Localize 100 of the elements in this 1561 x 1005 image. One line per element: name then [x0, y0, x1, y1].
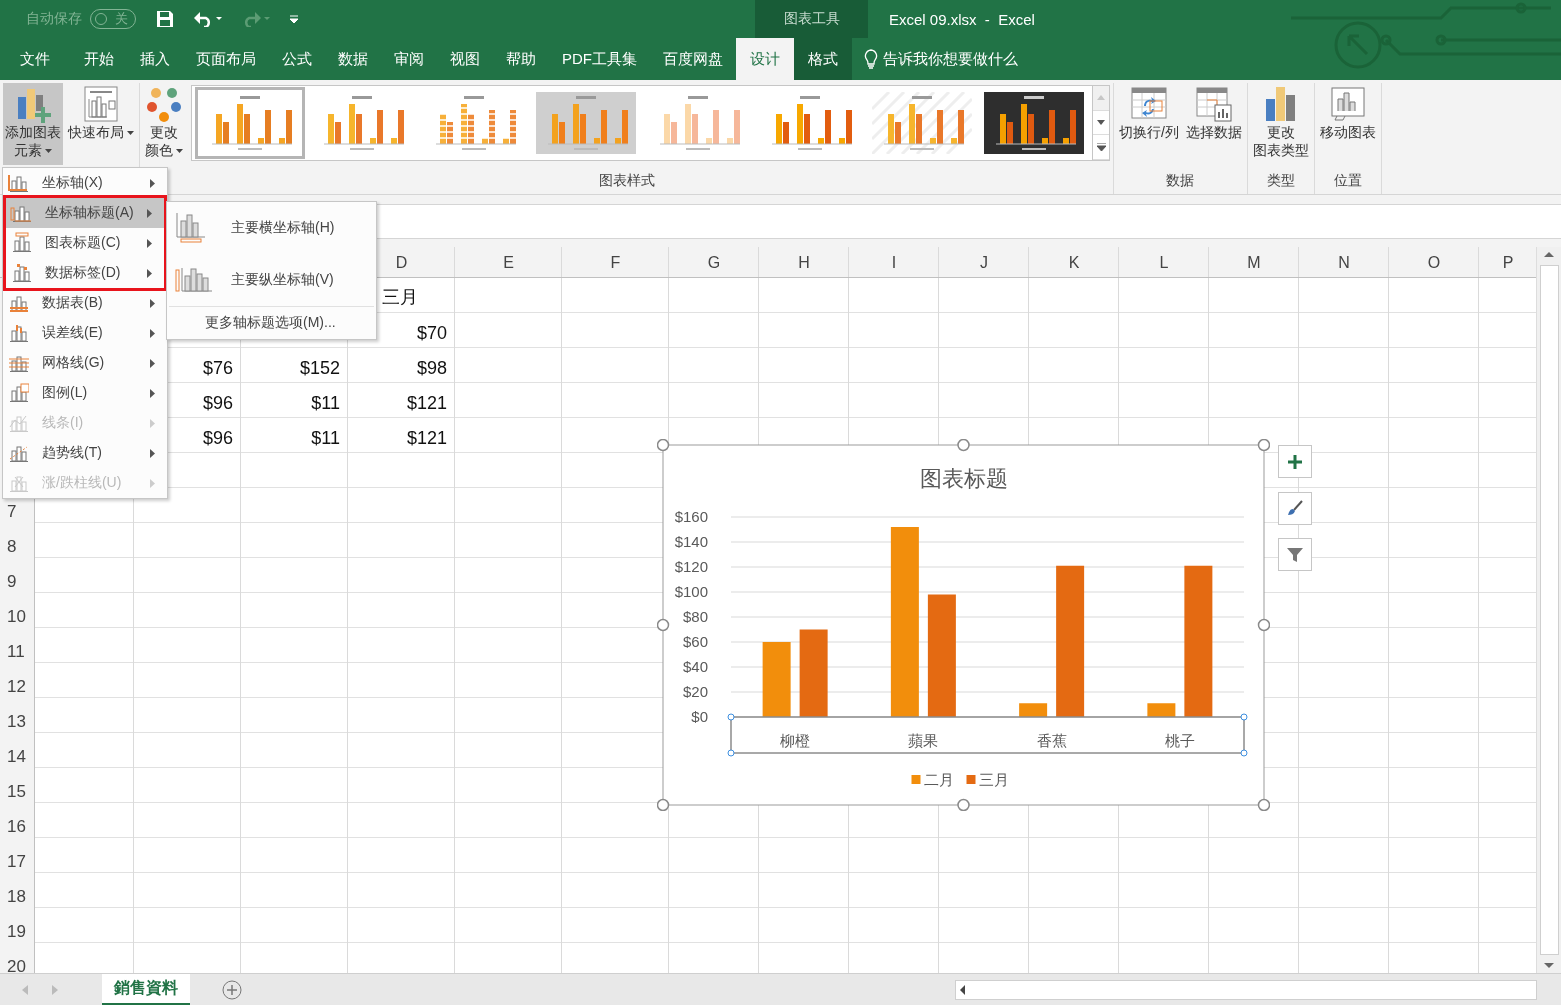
row-header[interactable]: 20 [0, 943, 35, 973]
chart-title[interactable]: 图表标题 [919, 466, 1008, 491]
axis-label: $60 [682, 633, 708, 650]
switch-row-column-button[interactable]: 切换行/列 [1117, 83, 1181, 165]
menu-item[interactable]: 坐标轴(X) [3, 168, 167, 198]
menu-item[interactable]: 数据表(B) [3, 288, 167, 318]
row-header[interactable]: 18 [0, 873, 35, 908]
ribbon-tab[interactable]: PDF工具集 [549, 38, 650, 80]
column-header[interactable]: O [1389, 247, 1479, 278]
up-arrow-icon [1097, 95, 1105, 101]
bar[interactable] [1147, 703, 1176, 717]
chart-style-thumbnail[interactable] [195, 87, 305, 159]
vertical-axis-title-icon [175, 268, 213, 292]
ribbon-tab[interactable]: 格式 [794, 38, 852, 80]
bar[interactable] [799, 629, 828, 717]
ribbon-tab[interactable]: 公式 [269, 38, 325, 80]
bar[interactable] [890, 527, 919, 717]
axis-selection-frame[interactable] [727, 713, 1248, 757]
column-header[interactable]: H [759, 247, 849, 278]
row-header[interactable]: 14 [0, 733, 35, 768]
ribbon-tab[interactable]: 页面布局 [183, 38, 269, 80]
resize-handle[interactable] [1257, 618, 1270, 632]
bar[interactable] [1019, 703, 1048, 717]
row-header[interactable]: 19 [0, 908, 35, 943]
row-header[interactable]: 10 [0, 593, 35, 628]
bar[interactable] [762, 642, 791, 717]
undo-icon[interactable] [194, 11, 222, 27]
resize-handle[interactable] [657, 439, 670, 452]
resize-handle[interactable] [1257, 439, 1270, 452]
sheet-tab[interactable]: 銷售資料 [102, 974, 190, 1005]
move-chart-button[interactable]: 移动图表 [1317, 83, 1378, 165]
resize-handle[interactable] [957, 439, 970, 452]
ribbon-tab[interactable]: 审阅 [381, 38, 437, 80]
column-header[interactable]: M [1209, 247, 1299, 278]
table-cell: $70 [416, 323, 447, 344]
row-header[interactable]: 8 [0, 523, 35, 558]
ribbon-tab[interactable]: 开始 [71, 38, 127, 80]
vertical-scrollbar[interactable] [1536, 247, 1561, 973]
column-header[interactable]: I [849, 247, 939, 278]
axis-label: $140 [674, 533, 708, 550]
table-cell-text: 三月 [381, 286, 418, 309]
chart-elements-button[interactable] [1278, 445, 1312, 478]
column-header[interactable]: P [1479, 247, 1536, 278]
chart-filters-button[interactable] [1278, 538, 1312, 571]
row-header[interactable]: 15 [0, 768, 35, 803]
menu-item[interactable]: 误差线(E) [3, 318, 167, 348]
change-chart-type-button[interactable]: 更改 图表类型 [1250, 83, 1311, 165]
ribbon-tab[interactable]: 插入 [127, 38, 183, 80]
menu-item[interactable]: 数据标签(D) [6, 258, 164, 288]
row-header[interactable]: 17 [0, 838, 35, 873]
bar[interactable] [1056, 565, 1085, 717]
column-header[interactable]: J [939, 247, 1029, 278]
quick-layout-button[interactable]: 快速布局 [66, 83, 136, 165]
menu-item[interactable]: 网格线(G) [3, 348, 167, 378]
menu-item[interactable]: 主要横坐标轴(H) [167, 202, 376, 254]
horizontal-scrollbar[interactable] [955, 980, 1537, 1000]
menu-item[interactable]: 图表标题(C) [6, 228, 164, 258]
table-cell: $152 [299, 358, 340, 379]
row-header[interactable]: 13 [0, 698, 35, 733]
column-header[interactable]: F [562, 247, 669, 278]
axis-label: $160 [674, 508, 708, 525]
table-cell: $76 [202, 358, 233, 379]
resize-handle[interactable] [957, 798, 970, 811]
table-cell: $96 [202, 428, 233, 449]
column-header[interactable]: K [1029, 247, 1119, 278]
column-header[interactable]: L [1119, 247, 1209, 278]
row-header[interactable]: 12 [0, 663, 35, 698]
resize-handle[interactable] [1257, 798, 1270, 811]
menu-item[interactable]: 图例(L) [3, 378, 167, 408]
select-data-button[interactable]: 选择数据 [1183, 83, 1244, 165]
ribbon-tab[interactable]: 视图 [437, 38, 493, 80]
chart-styles-button[interactable] [1278, 491, 1312, 525]
menu-item[interactable]: 趋势线(T) [3, 438, 167, 468]
add-sheet-icon[interactable] [222, 980, 242, 1000]
tell-me-search[interactable]: 告诉我你想要做什么 [864, 38, 1018, 80]
submenu-arrow-icon [150, 328, 155, 338]
menu-item[interactable]: 主要纵坐标轴(V) [167, 254, 376, 306]
save-icon[interactable] [156, 10, 174, 28]
ribbon-tab[interactable]: 设计 [736, 38, 794, 80]
add-chart-element-button[interactable]: 添加图表 元素 [3, 83, 63, 165]
customize-icon[interactable] [290, 15, 298, 23]
change-colors-button[interactable]: 更改 颜色 [143, 83, 185, 165]
ribbon-tab[interactable]: 帮助 [493, 38, 549, 80]
menu-item[interactable]: 坐标轴标题(A) [6, 198, 164, 228]
more-options-item[interactable]: 更多轴标题选项(M)... [169, 306, 374, 339]
column-header[interactable]: E [455, 247, 562, 278]
row-header[interactable]: 11 [0, 628, 35, 663]
bar[interactable] [927, 594, 956, 717]
row-header[interactable]: 16 [0, 803, 35, 838]
ribbon-tab[interactable]: 数据 [325, 38, 381, 80]
resize-handle[interactable] [657, 618, 670, 632]
row-header[interactable]: 9 [0, 558, 35, 593]
bar[interactable] [1184, 565, 1213, 717]
ribbon-tab[interactable]: 文件 [0, 38, 71, 80]
resize-handle[interactable] [657, 798, 670, 811]
layout-chart-icon [82, 85, 120, 123]
column-header[interactable]: N [1299, 247, 1389, 278]
column-header[interactable]: G [669, 247, 759, 278]
formula-field[interactable] [377, 203, 1561, 239]
ribbon-tab[interactable]: 百度网盘 [650, 38, 736, 80]
